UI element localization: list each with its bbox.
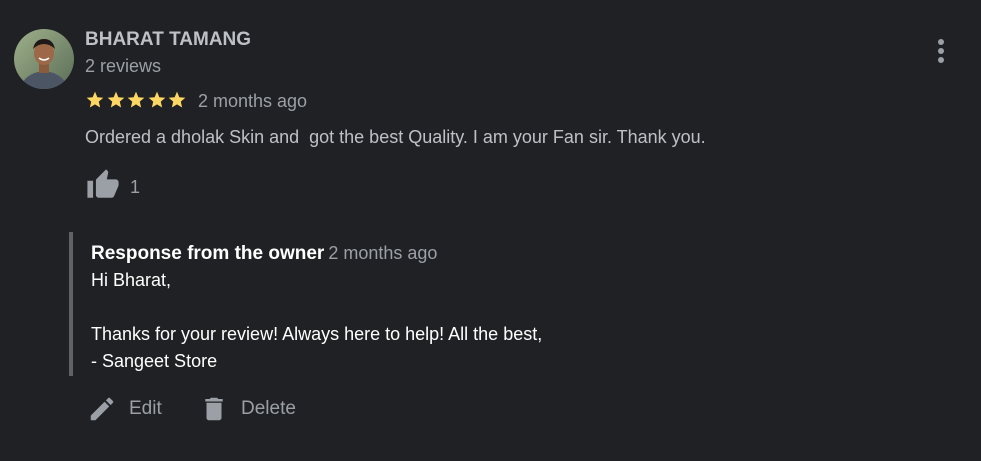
edit-button[interactable]: Edit (87, 392, 162, 426)
like-button[interactable] (85, 168, 121, 202)
review-text: Ordered a dholak Skin and got the best Q… (85, 127, 706, 147)
response-header: Response from the owner 2 months ago (91, 243, 437, 265)
review-time: 2 months ago (198, 91, 308, 111)
response-greeting: Hi Bharat, (91, 270, 172, 290)
star-rating (85, 90, 188, 112)
star-icon (148, 91, 165, 108)
response-signature: - Sangeet Store (91, 351, 218, 371)
thumb-up-icon (87, 169, 119, 198)
more-options-button[interactable] (926, 36, 956, 66)
response-body: Thanks for your review! Always here to h… (91, 324, 543, 344)
like-count: 1 (130, 177, 141, 197)
avatar[interactable] (14, 29, 74, 89)
delete-button[interactable]: Delete (199, 392, 296, 426)
response-title: Response from the owner (91, 243, 325, 264)
response-time: 2 months ago (328, 243, 438, 263)
trash-icon (205, 397, 223, 421)
star-icon (127, 91, 145, 108)
pencil-icon (90, 397, 114, 421)
author-review-count: 2 reviews (85, 56, 162, 76)
edit-label: Edit (129, 398, 162, 419)
more-vert-icon (938, 39, 944, 63)
owner-response: Response from the owner 2 months ago Hi B… (69, 232, 933, 376)
avatar-photo (14, 29, 74, 89)
delete-label: Delete (241, 398, 296, 419)
star-icon (107, 91, 124, 108)
review-card: BHARAT TAMANG 2 reviews 2 months ago Ord… (0, 0, 981, 461)
star-icon (168, 91, 186, 108)
author-name[interactable]: BHARAT TAMANG (85, 29, 251, 51)
star-icon (86, 91, 104, 108)
